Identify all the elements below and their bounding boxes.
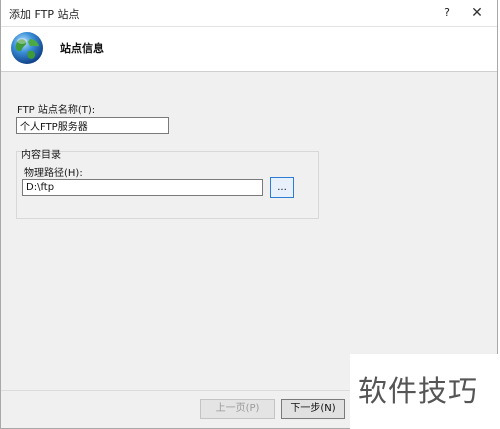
window-title: 添加 FTP 站点 (9, 8, 80, 21)
previous-button[interactable]: 上一页(P) (200, 399, 275, 419)
watermark: 软件技巧 (350, 354, 500, 429)
help-button[interactable]: ? (437, 4, 457, 22)
physical-path-input[interactable] (22, 179, 263, 196)
wizard-header: 站点信息 (1, 27, 497, 72)
page-title: 站点信息 (60, 42, 104, 55)
physical-path-label: 物理路径(H): (24, 168, 83, 179)
content-directory-label: 内容目录 (21, 150, 61, 161)
title-bar: 添加 FTP 站点 ? ✕ (1, 0, 497, 27)
site-name-label: FTP 站点名称(T): (17, 105, 96, 116)
site-name-input[interactable] (16, 117, 169, 134)
browse-button[interactable]: ... (270, 177, 294, 198)
next-button[interactable]: 下一步(N) (281, 399, 345, 419)
globe-icon (11, 32, 43, 64)
watermark-text: 软件技巧 (358, 374, 479, 408)
close-button[interactable]: ✕ (463, 2, 491, 24)
